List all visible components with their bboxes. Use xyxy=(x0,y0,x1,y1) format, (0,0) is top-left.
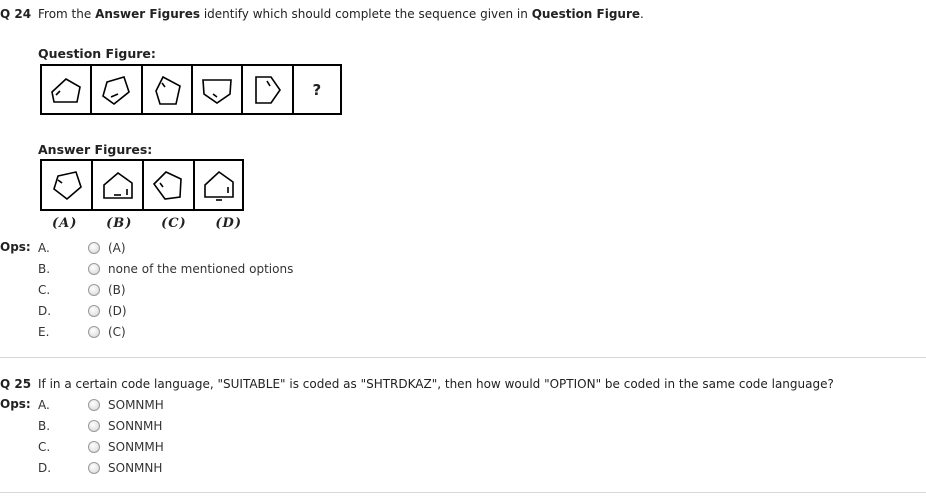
question-figure-blank: ? xyxy=(294,66,340,113)
radio-button-icon[interactable] xyxy=(88,284,100,296)
question-figure-5 xyxy=(243,66,294,113)
option-row[interactable]: A. SOMNMH xyxy=(38,396,164,414)
answer-letters: (A) (B) (C) (D) xyxy=(52,216,242,231)
option-row[interactable]: B. SONNMH xyxy=(38,417,162,435)
option-row[interactable]: C. (B) xyxy=(38,281,126,299)
option-row[interactable]: E. (C) xyxy=(38,323,126,341)
option-text[interactable]: SONMNH xyxy=(108,461,162,475)
answer-figure-a xyxy=(42,161,93,209)
option-letter: C. xyxy=(38,283,51,297)
pentagon-corner-line-icon xyxy=(255,75,282,104)
question-figure-2 xyxy=(92,66,143,113)
pentagon-corner-line-icon xyxy=(152,171,182,200)
radio-button-icon[interactable] xyxy=(88,305,100,317)
radio-button-icon[interactable] xyxy=(88,462,100,474)
question-number: Q 24 xyxy=(0,7,32,21)
options-label: Ops: xyxy=(0,240,31,254)
option-row[interactable]: D. (D) xyxy=(38,302,127,320)
option-row[interactable]: C. SONMMH xyxy=(38,438,164,456)
option-text[interactable]: SONMMH xyxy=(108,440,164,454)
options-label: Ops: xyxy=(0,397,31,411)
question-text: If in a certain code language, "SUITABLE… xyxy=(38,377,834,391)
option-row[interactable]: B. none of the mentioned options xyxy=(38,260,293,278)
question-mark: ? xyxy=(312,80,322,99)
question-figure-4 xyxy=(193,66,244,113)
answer-letter-b: (B) xyxy=(106,216,133,231)
option-text[interactable]: (B) xyxy=(108,283,126,297)
question-text: From the Answer Figures identify which s… xyxy=(38,7,644,21)
answer-letter-d: (D) xyxy=(215,216,242,231)
question-figure-3 xyxy=(143,66,193,113)
question-figure-label: Question Figure: xyxy=(38,46,156,61)
pentagon-corner-line-icon xyxy=(154,75,181,105)
question-divider xyxy=(0,357,926,358)
answer-letter-a: (A) xyxy=(52,216,78,231)
answer-figures-strip xyxy=(40,159,244,211)
option-letter: D. xyxy=(38,461,52,475)
radio-button-icon[interactable] xyxy=(88,420,100,432)
radio-button-icon[interactable] xyxy=(88,441,100,453)
answer-letter-c: (C) xyxy=(161,216,187,231)
option-row[interactable]: A. (A) xyxy=(38,239,126,257)
option-letter: C. xyxy=(38,440,51,454)
option-row[interactable]: D. SONMNH xyxy=(38,459,162,477)
pentagon-corner-line-icon xyxy=(102,75,131,105)
pentagon-corner-line-icon xyxy=(52,171,82,201)
option-letter: D. xyxy=(38,304,52,318)
radio-button-icon[interactable] xyxy=(88,242,100,254)
option-text[interactable]: (D) xyxy=(108,304,127,318)
radio-button-icon[interactable] xyxy=(88,326,100,338)
pentagon-bottom-line-icon xyxy=(203,170,234,201)
option-letter: B. xyxy=(38,419,51,433)
question-divider xyxy=(0,492,926,493)
option-letter: A. xyxy=(38,241,50,255)
question-figure-1 xyxy=(42,66,93,113)
option-letter: A. xyxy=(38,398,50,412)
answer-figure-c xyxy=(144,161,195,209)
question-figure-strip: ? xyxy=(40,64,342,115)
option-text[interactable]: (A) xyxy=(108,241,126,255)
option-letter: E. xyxy=(38,325,50,339)
answer-figure-b xyxy=(93,161,144,209)
answer-figure-d xyxy=(195,161,242,209)
option-letter: B. xyxy=(38,262,51,276)
answer-figures-label: Answer Figures: xyxy=(38,142,153,157)
option-text[interactable]: SONNMH xyxy=(108,419,162,433)
option-text[interactable]: SOMNMH xyxy=(108,398,164,412)
radio-button-icon[interactable] xyxy=(88,399,100,411)
pentagon-side-line-icon xyxy=(102,171,133,199)
radio-button-icon[interactable] xyxy=(88,263,100,275)
pentagon-corner-line-icon xyxy=(202,78,232,104)
option-text[interactable]: none of the mentioned options xyxy=(108,262,293,276)
question-number: Q 25 xyxy=(0,377,32,391)
pentagon-corner-line-icon xyxy=(51,77,82,103)
option-text[interactable]: (C) xyxy=(108,325,126,339)
